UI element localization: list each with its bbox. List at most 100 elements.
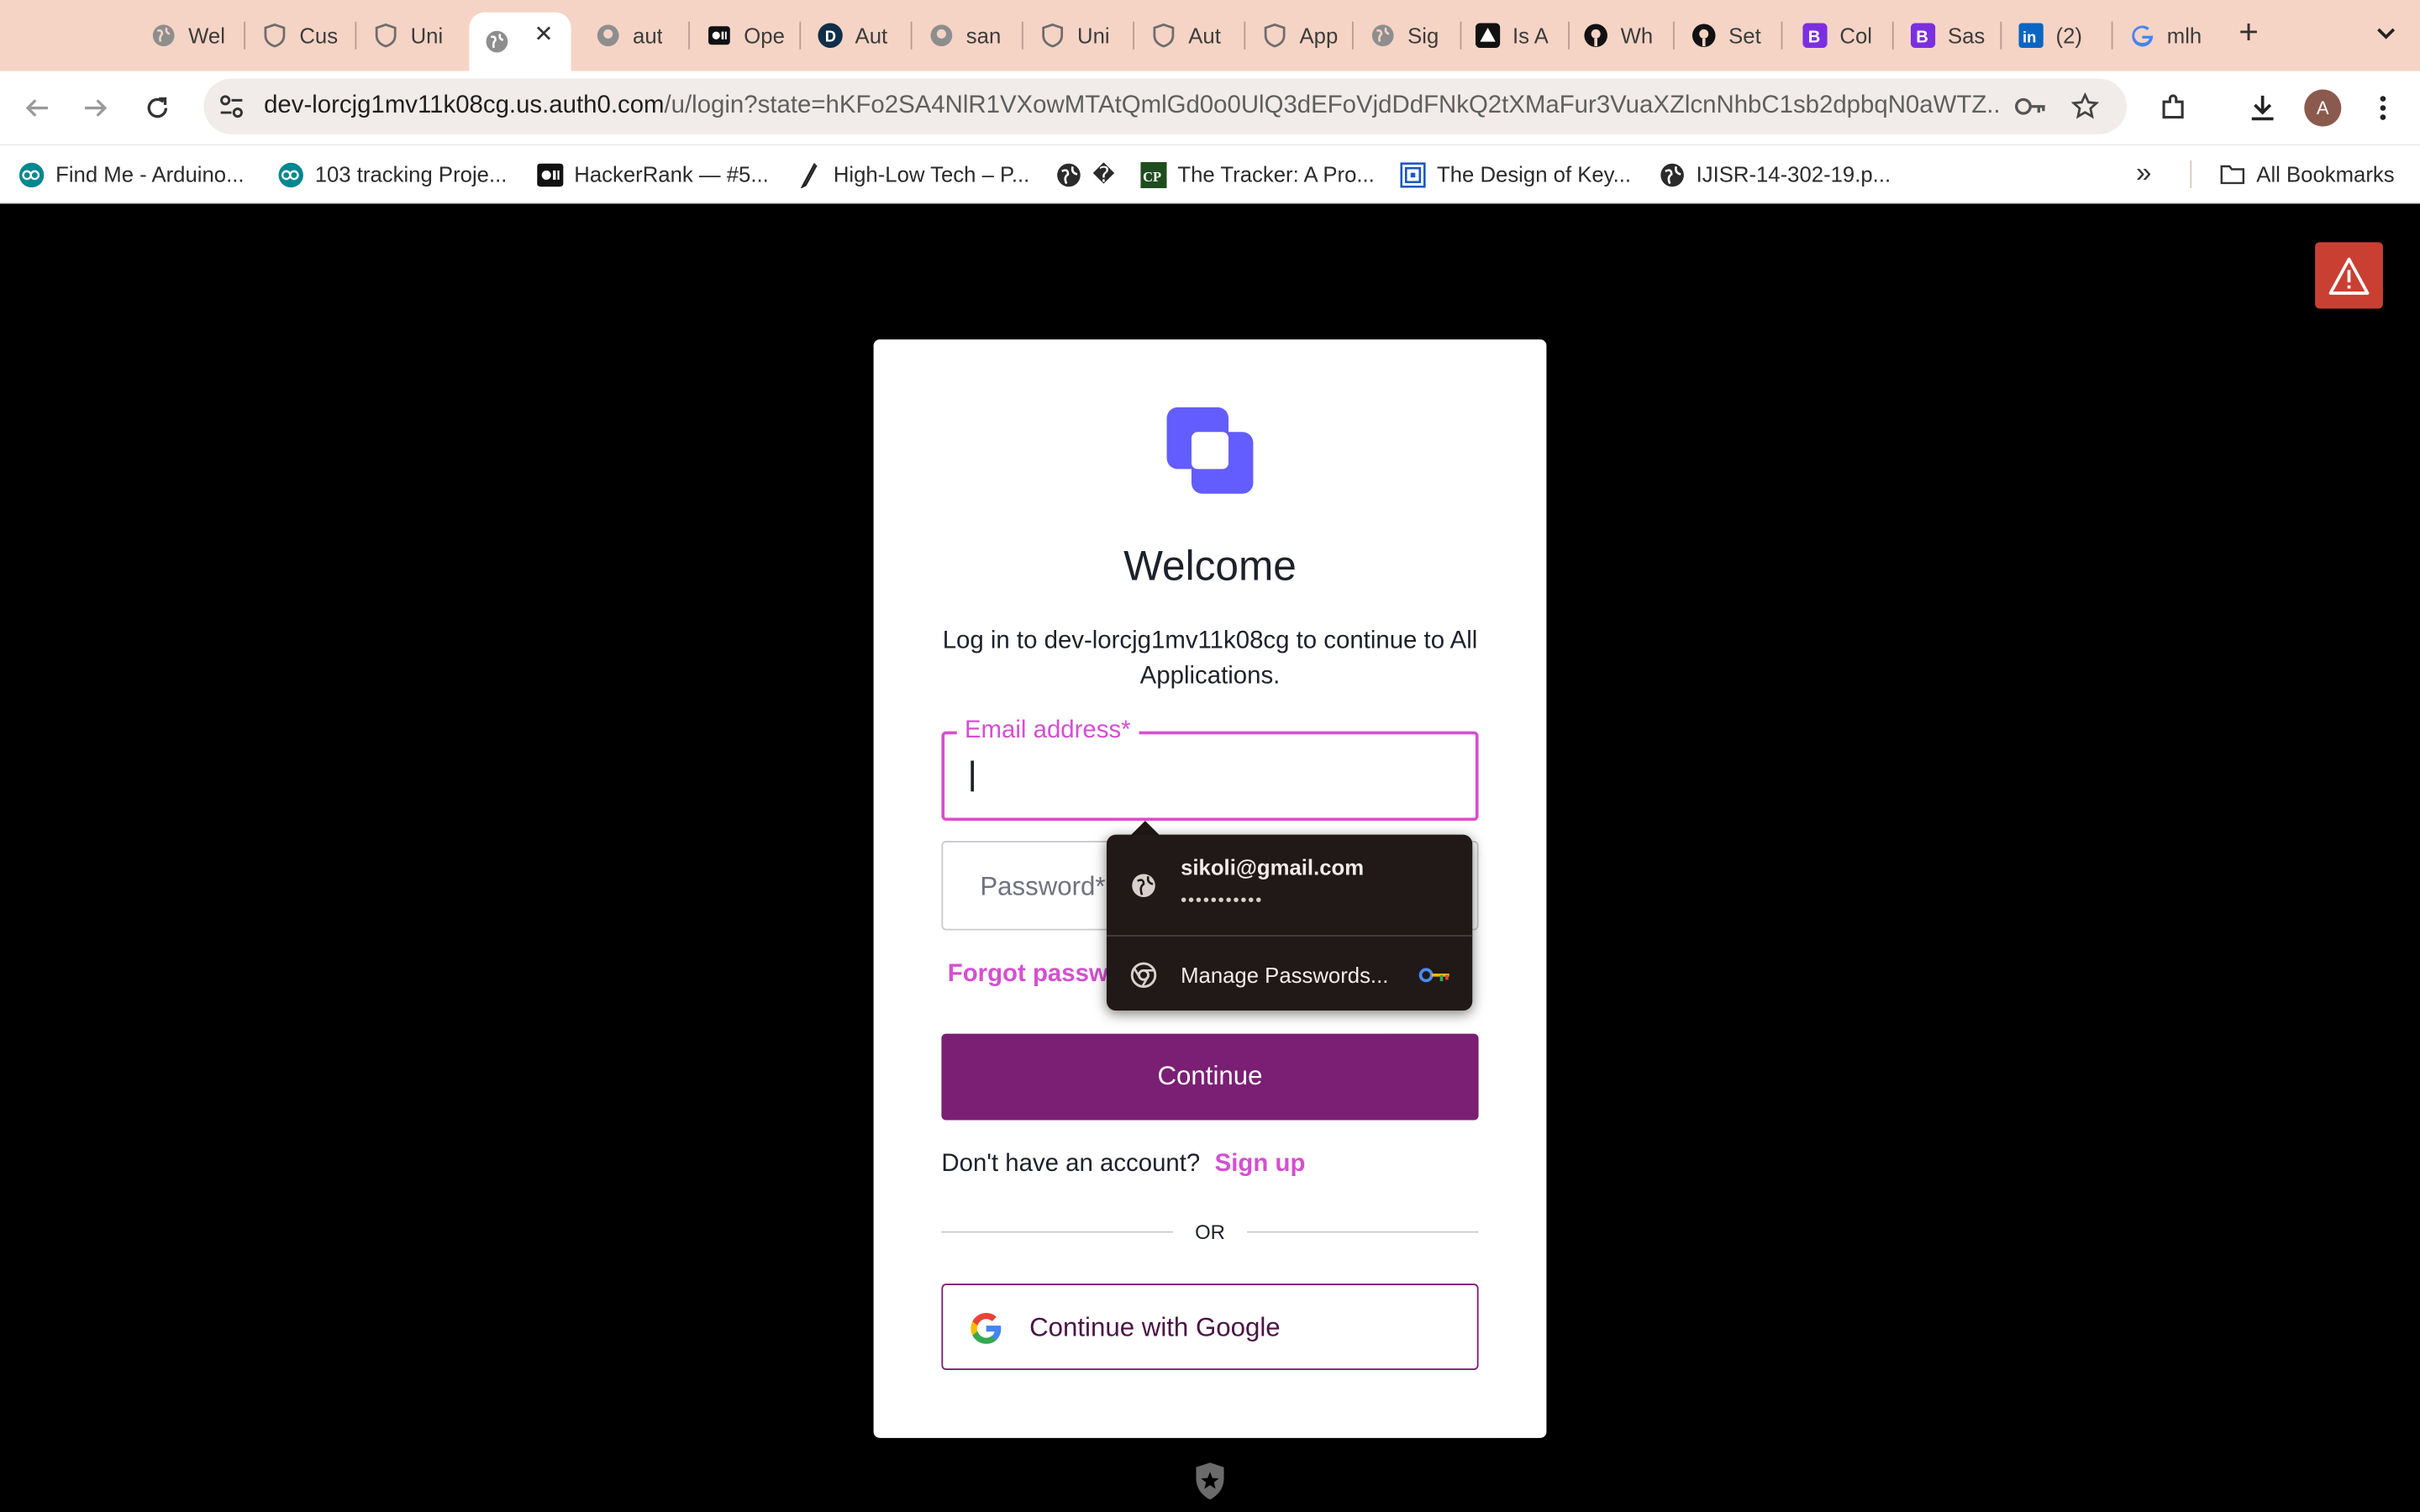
browser-tab[interactable]: Uni	[358, 13, 454, 59]
browser-tab[interactable]: D Aut	[802, 13, 898, 59]
browser-tab[interactable]: in (2)	[2003, 13, 2105, 59]
profile-avatar[interactable]: A	[2304, 89, 2342, 127]
bookmark-item[interactable]: CP The Tracker: A Pro...	[1140, 159, 1375, 190]
all-bookmarks-button[interactable]: All Bookmarks	[2219, 159, 2395, 190]
password-autofill-popup: sikoli@gmail.com ••••••••••• Manage Pass…	[1106, 834, 1473, 1011]
browser-tab[interactable]: Wh	[1568, 13, 1664, 59]
sign-up-link[interactable]: Sign up	[1215, 1151, 1306, 1177]
reload-icon[interactable]	[136, 87, 179, 129]
bookmark-item[interactable]: IJISR-14-302-19.p...	[1659, 159, 1891, 190]
menu-kebab-icon[interactable]	[2361, 87, 2404, 129]
svg-text:CP: CP	[1143, 168, 1161, 184]
medium-icon	[537, 161, 564, 187]
browser-tab[interactable]: Aut	[1136, 13, 1232, 59]
globe-icon	[1659, 161, 1685, 187]
tab-separator	[1021, 21, 1023, 50]
d-icon: D	[818, 23, 843, 48]
arduino-icon	[18, 161, 45, 187]
download-icon[interactable]	[2241, 87, 2284, 129]
bookmark-label: HackerRank — #5...	[574, 161, 769, 187]
shield-icon	[1262, 23, 1286, 48]
bookmark-item[interactable]: 103 tracking Proje...	[278, 159, 507, 190]
continue-button[interactable]: Continue	[941, 1033, 1479, 1121]
tab-separator	[1244, 21, 1246, 50]
tab-label: Aut	[1188, 23, 1221, 48]
browser-tab[interactable]: aut	[581, 13, 676, 59]
signup-row: Don't have an account? Sign up	[941, 1151, 1305, 1179]
bookmark-item[interactable]: High-Low Tech – P...	[797, 159, 1029, 190]
github-icon	[1691, 24, 1716, 48]
tab-search-chevron-icon[interactable]	[2368, 15, 2405, 52]
browser-tab[interactable]: B Col	[1787, 13, 1883, 59]
github-icon	[929, 24, 954, 48]
github-icon	[596, 24, 620, 48]
browser-tab[interactable]: Wel	[136, 13, 232, 59]
tab-separator	[2111, 21, 2113, 50]
app-logo	[1164, 404, 1256, 496]
bookmark-item[interactable]: HackerRank — #5...	[537, 159, 769, 190]
site-settings-icon[interactable]	[216, 91, 247, 122]
globe-icon	[1055, 161, 1081, 187]
globe-icon	[485, 29, 509, 54]
tab-label: Uni	[410, 23, 444, 48]
globe-icon	[1129, 872, 1157, 900]
shield-icon	[262, 23, 287, 48]
forward-icon[interactable]	[74, 87, 117, 129]
back-icon[interactable]	[15, 87, 58, 129]
tab-separator	[1891, 21, 1894, 50]
manage-passwords-label: Manage Passwords...	[1181, 963, 1389, 988]
google-icon	[2130, 24, 2154, 48]
cp-icon: CP	[1140, 160, 1167, 188]
more-bookmarks-chevron-icon[interactable]: »	[2136, 157, 2151, 190]
globe-icon	[1370, 24, 1395, 48]
email-field-label: Email address*	[956, 717, 1139, 746]
b-icon: B	[1910, 23, 1936, 48]
browser-tab[interactable]: Uni	[1025, 13, 1121, 59]
tab-label: Set	[1728, 23, 1761, 48]
extensions-icon[interactable]	[2151, 87, 2194, 129]
tab-label: Aut	[855, 23, 888, 48]
address-bar[interactable]: dev-lorcjg1mv11k08cg.us.auth0.com/u/logi…	[203, 78, 2128, 134]
svg-text:in: in	[2023, 29, 2036, 46]
tab-label: Wh	[1620, 23, 1654, 48]
password-key-icon[interactable]	[2012, 91, 2049, 122]
tab-label: App	[1299, 23, 1339, 48]
warning-triangle-icon[interactable]	[2315, 242, 2383, 309]
tab-separator	[688, 21, 691, 50]
browser-tab[interactable]: Ope	[692, 13, 787, 59]
url-text[interactable]: dev-lorcjg1mv11k08cg.us.auth0.com/u/logi…	[264, 92, 1998, 120]
bookmark-item[interactable]: �	[1055, 159, 1115, 190]
browser-tab[interactable]: App	[1247, 13, 1343, 59]
browser-tab[interactable]: mlh	[2114, 13, 2210, 59]
password-placeholder: Password*	[980, 871, 1106, 901]
browser-tab-active[interactable]	[469, 12, 571, 71]
bookmarks-bar: Find Me - Arduino... 103 tracking Proje.…	[0, 144, 2420, 204]
close-tab-icon[interactable]: ✕	[534, 20, 554, 48]
shield-icon	[1040, 23, 1065, 48]
folder-icon	[2219, 161, 2245, 187]
new-tab-button[interactable]: +	[2232, 14, 2265, 49]
svg-text:B: B	[1808, 29, 1821, 47]
vercel-icon	[1475, 23, 1501, 48]
browser-toolbar: dev-lorcjg1mv11k08cg.us.auth0.com/u/logi…	[0, 71, 2420, 145]
browser-tab[interactable]: Set	[1676, 13, 1772, 59]
password-manager-key-icon	[1418, 964, 1452, 986]
browser-tab[interactable]: Cus	[247, 13, 343, 59]
chrome-icon	[1129, 961, 1157, 989]
browser-tab[interactable]: san	[913, 13, 1009, 59]
bookmark-item[interactable]: The Design of Key...	[1400, 159, 1631, 190]
browser-tab[interactable]: Sig	[1355, 13, 1451, 59]
url-host: dev-lorcjg1mv11k08cg.us.auth0.com	[264, 92, 665, 119]
bookmark-item[interactable]: Find Me - Arduino...	[18, 159, 245, 190]
browser-tab[interactable]: Is A	[1460, 13, 1556, 59]
tab-separator	[1133, 21, 1135, 50]
tab-strip: Wel Cus Uni ✕ aut Ope D Aut san Uni Aut …	[0, 0, 2420, 71]
shield-icon	[1151, 23, 1176, 48]
browser-tab[interactable]: B Sas	[1896, 13, 1991, 59]
forgot-password-link[interactable]: Forgot password?	[948, 961, 1118, 989]
continue-with-google-button[interactable]: Continue with Google	[941, 1284, 1479, 1371]
url-path: /u/login?state=hKFo2SA4NlR1VXowMTAtQmlGd…	[664, 92, 1999, 119]
tab-separator	[1351, 21, 1354, 50]
tab-separator	[799, 21, 802, 50]
bookmark-star-icon[interactable]	[2068, 90, 2102, 123]
